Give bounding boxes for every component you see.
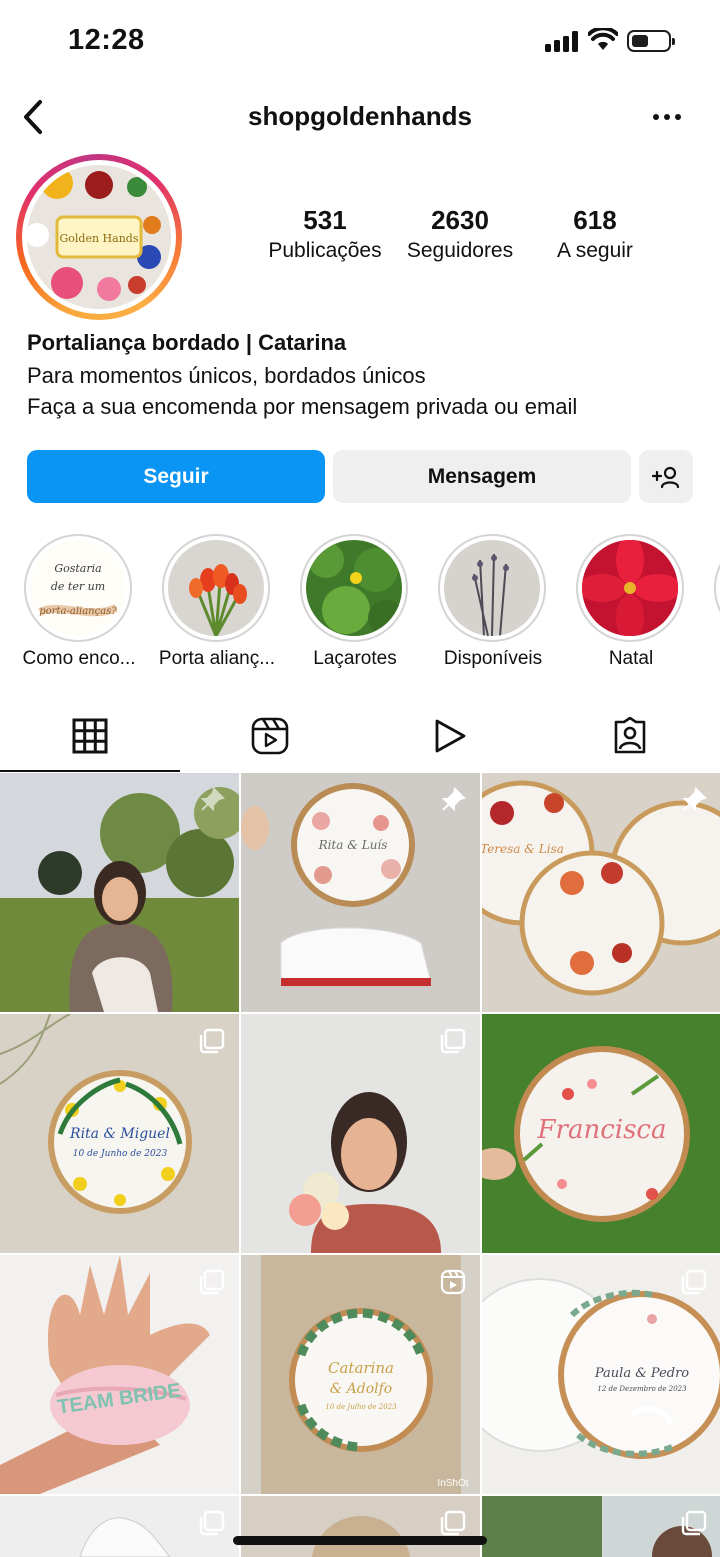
pin-icon xyxy=(441,787,466,812)
post-thumbnail[interactable]: Francisca xyxy=(482,1014,720,1253)
carousel-icon xyxy=(440,1510,466,1536)
post-embroidery-text: Teresa & Lisa xyxy=(482,842,564,856)
highlight-label: Como enco... xyxy=(22,648,136,669)
post-thumbnail[interactable]: Rita & Miguel 10 de Junho de 2023 xyxy=(0,1014,239,1253)
post-thumbnail[interactable]: Paula & Pedro 12 de Dezembro de 2023 xyxy=(482,1255,720,1494)
highlight-cover xyxy=(444,540,540,636)
carousel-icon xyxy=(199,1510,225,1536)
profile-tabs xyxy=(0,700,720,772)
highlight-cover xyxy=(582,540,678,636)
tab-video[interactable] xyxy=(360,700,540,772)
highlight-item[interactable]: Porta alianç... xyxy=(159,534,275,669)
tab-tagged[interactable] xyxy=(540,700,720,772)
highlight-cover xyxy=(168,540,264,636)
stat-following-label: A seguir xyxy=(557,239,633,262)
post-thumbnail[interactable] xyxy=(241,1014,480,1253)
cellular-signal-icon xyxy=(545,30,581,52)
bio-line: Para momentos únicos, bordados únicos xyxy=(27,363,426,388)
stat-posts-label: Publicações xyxy=(268,239,382,262)
bio-name: Portaliança bordado | Catarina xyxy=(27,330,347,355)
carousel-icon xyxy=(199,1269,225,1295)
post-embroidery-text: Rita & Luís xyxy=(318,838,388,852)
post-embroidery-text: Paula & Pedro xyxy=(594,1366,689,1381)
post-embroidery-text: 10 de Julho de 2023 xyxy=(325,1403,397,1411)
follow-button[interactable]: Seguir xyxy=(27,450,325,503)
post-thumbnail[interactable]: Teresa & Lisa xyxy=(482,773,720,1012)
highlight-cover-text: Gostaria xyxy=(54,562,101,575)
highlight-cover-text: de ter um xyxy=(51,580,105,593)
wifi-icon xyxy=(588,28,618,50)
avatar-logo-text: Golden Hands xyxy=(60,232,139,245)
post-embroidery-text: & Adolfo xyxy=(330,1381,393,1397)
highlight-label: Natal xyxy=(608,648,654,669)
highlight-label: Laçarotes xyxy=(313,648,397,669)
status-bar: 12:28 xyxy=(0,0,720,80)
pin-icon xyxy=(682,787,707,812)
post-thumbnail[interactable] xyxy=(241,1496,480,1557)
stat-following-value: 618 xyxy=(573,205,617,235)
highlight-cover: Gostaria de ter um porta-alianças? xyxy=(30,540,126,636)
highlight-item[interactable]: Natal xyxy=(576,534,686,669)
stat-followers-label: Seguidores xyxy=(406,239,514,262)
highlight-item[interactable]: Gostaria de ter um porta-alianças? Como … xyxy=(23,534,136,669)
pin-icon xyxy=(200,787,225,812)
avatar-story-ring[interactable]: Golden Hands xyxy=(16,154,182,320)
play-icon xyxy=(435,719,466,753)
post-thumbnail[interactable] xyxy=(482,1496,720,1557)
post-thumbnail[interactable] xyxy=(0,1496,239,1557)
post-embroidery-text: 12 de Dezembro de 2023 xyxy=(597,1385,687,1393)
status-time: 12:28 xyxy=(68,24,145,56)
more-options-icon[interactable] xyxy=(652,108,682,126)
tagged-person-icon xyxy=(614,717,646,754)
suggested-accounts-button[interactable] xyxy=(639,450,693,503)
post-embroidery-text: Francisca xyxy=(537,1115,667,1145)
profile-username: shopgoldenhands xyxy=(248,101,472,131)
highlight-label: Disponíveis xyxy=(443,648,543,669)
home-indicator[interactable] xyxy=(233,1536,487,1545)
bio-line: Faça a sua encomenda por mensagem privad… xyxy=(27,394,578,419)
highlight-cover xyxy=(306,540,402,636)
post-embroidery-text: 10 de Junho de 2023 xyxy=(73,1149,168,1159)
carousel-icon xyxy=(440,1028,466,1054)
watermark-text: InShOt xyxy=(437,1478,468,1489)
stat-posts-value: 531 xyxy=(303,205,347,235)
carousel-icon xyxy=(199,1028,225,1054)
stat-followers[interactable]: 2630 Seguidores xyxy=(397,203,523,265)
stat-posts[interactable]: 531 Publicações xyxy=(262,203,388,265)
post-embroidery-text: Rita & Miguel xyxy=(69,1126,170,1142)
tab-grid[interactable] xyxy=(0,700,180,772)
carousel-icon xyxy=(681,1510,707,1536)
active-tab-indicator xyxy=(0,770,180,772)
post-thumbnail[interactable]: TEAM BRIDE xyxy=(0,1255,239,1494)
avatar: Golden Hands xyxy=(27,165,171,309)
post-thumbnail[interactable]: Catarina & Adolfo 10 de Julho de 2023 In… xyxy=(241,1255,480,1494)
carousel-icon xyxy=(681,1269,707,1295)
highlight-item[interactable] xyxy=(714,534,720,642)
highlight-cover-text: porta-alianças? xyxy=(39,606,117,617)
add-person-icon xyxy=(652,466,680,488)
stat-followers-value: 2630 xyxy=(431,205,489,235)
highlight-item[interactable]: Disponíveis xyxy=(438,534,548,669)
highlight-item[interactable]: Laçarotes xyxy=(300,534,410,669)
grid-icon xyxy=(72,718,108,754)
message-button[interactable]: Mensagem xyxy=(333,450,631,503)
reel-icon xyxy=(440,1269,466,1295)
post-embroidery-text: Catarina xyxy=(328,1359,394,1377)
highlight-label: Porta alianç... xyxy=(158,648,276,669)
tab-reels[interactable] xyxy=(180,700,360,772)
post-thumbnail[interactable]: Rita & Luís xyxy=(241,773,480,1012)
battery-icon xyxy=(627,30,675,52)
reels-icon xyxy=(251,717,289,755)
post-thumbnail[interactable] xyxy=(0,773,239,1012)
stat-following[interactable]: 618 A seguir xyxy=(532,203,658,265)
